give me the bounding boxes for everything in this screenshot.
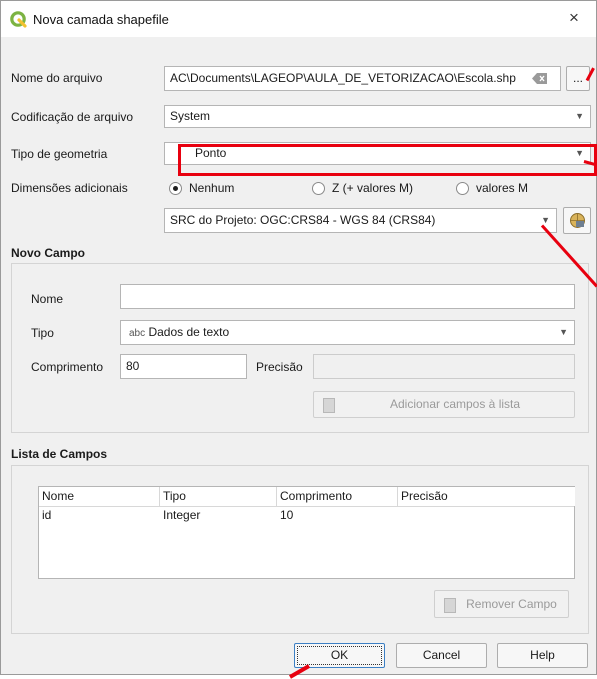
radio-z[interactable] [312,182,325,195]
table-remove-icon [444,598,456,613]
clear-text-icon[interactable] [532,73,548,84]
new-field-section-title: Novo Campo [11,246,86,260]
chevron-down-icon: ▼ [575,111,584,121]
field-precision-input[interactable] [313,354,575,379]
radio-none-label: Nenhum [189,181,235,195]
crs-value: SRC do Projeto: OGC:CRS84 - WGS 84 (CRS8… [170,213,436,227]
field-length-label: Comprimento [31,360,104,374]
radio-m-label: valores M [476,181,529,195]
crs-select[interactable]: SRC do Projeto: OGC:CRS84 - WGS 84 (CRS8… [164,208,557,233]
close-button[interactable]: × [556,3,592,33]
radio-none[interactable] [169,182,182,195]
encoding-value: System [170,109,211,123]
field-precision-label: Precisão [256,360,303,374]
add-to-list-button[interactable]: Adicionar campos à lista [313,391,575,418]
table-add-icon [323,398,335,413]
column-header-length[interactable]: Comprimento [277,487,398,506]
encoding-label: Codificação de arquivo [11,110,134,124]
geometry-label: Tipo de geometria [11,147,108,161]
filename-input[interactable]: AC\Documents\LAGEOP\AULA_DE_VETORIZACAO\… [164,66,561,91]
cell-name[interactable]: id [39,506,163,524]
filename-label: Nome do arquivo [11,71,103,85]
cell-length[interactable]: 10 [277,506,401,524]
remove-field-button[interactable]: Remover Campo [434,590,569,618]
window-title: Nova camada shapefile [33,12,169,27]
encoding-select[interactable]: System ▼ [164,105,591,128]
annotation-highlight-box [178,144,597,176]
help-button[interactable]: Help [497,643,588,668]
field-type-value: Dados de texto [148,325,230,339]
field-type-label: Tipo [31,326,54,340]
remove-field-label: Remover Campo [466,597,557,611]
new-shapefile-dialog: Nova camada shapefile × Nome do arquivo … [0,0,597,675]
chevron-down-icon: ▼ [559,327,568,337]
cell-type[interactable]: Integer [160,506,280,524]
qgis-logo-icon [10,11,27,28]
cancel-button[interactable]: Cancel [396,643,487,668]
filename-value: AC\Documents\LAGEOP\AULA_DE_VETORIZACAO\… [170,71,516,85]
title-bar: Nova camada shapefile × [1,1,596,37]
field-list-section-title: Lista de Campos [11,447,108,461]
radio-m[interactable] [456,182,469,195]
text-type-icon: abc [129,328,146,339]
field-name-label: Nome [31,292,64,306]
crs-selector-button[interactable] [563,207,591,234]
radio-z-label: Z (+ valores M) [332,181,414,195]
fields-table[interactable]: Nome Tipo Comprimento Precisão id Intege… [38,486,575,579]
field-length-input[interactable]: 80 [120,354,247,379]
field-type-select[interactable]: abc Dados de texto ▼ [120,320,575,345]
globe-icon [570,213,585,228]
column-header-type[interactable]: Tipo [160,487,277,506]
dimensions-label: Dimensões adicionais [11,181,128,195]
column-header-precision[interactable]: Precisão [398,487,575,506]
cell-precision[interactable] [398,506,578,524]
field-name-input[interactable] [120,284,575,309]
column-header-name[interactable]: Nome [39,487,160,506]
add-to-list-label: Adicionar campos à lista [389,397,521,411]
